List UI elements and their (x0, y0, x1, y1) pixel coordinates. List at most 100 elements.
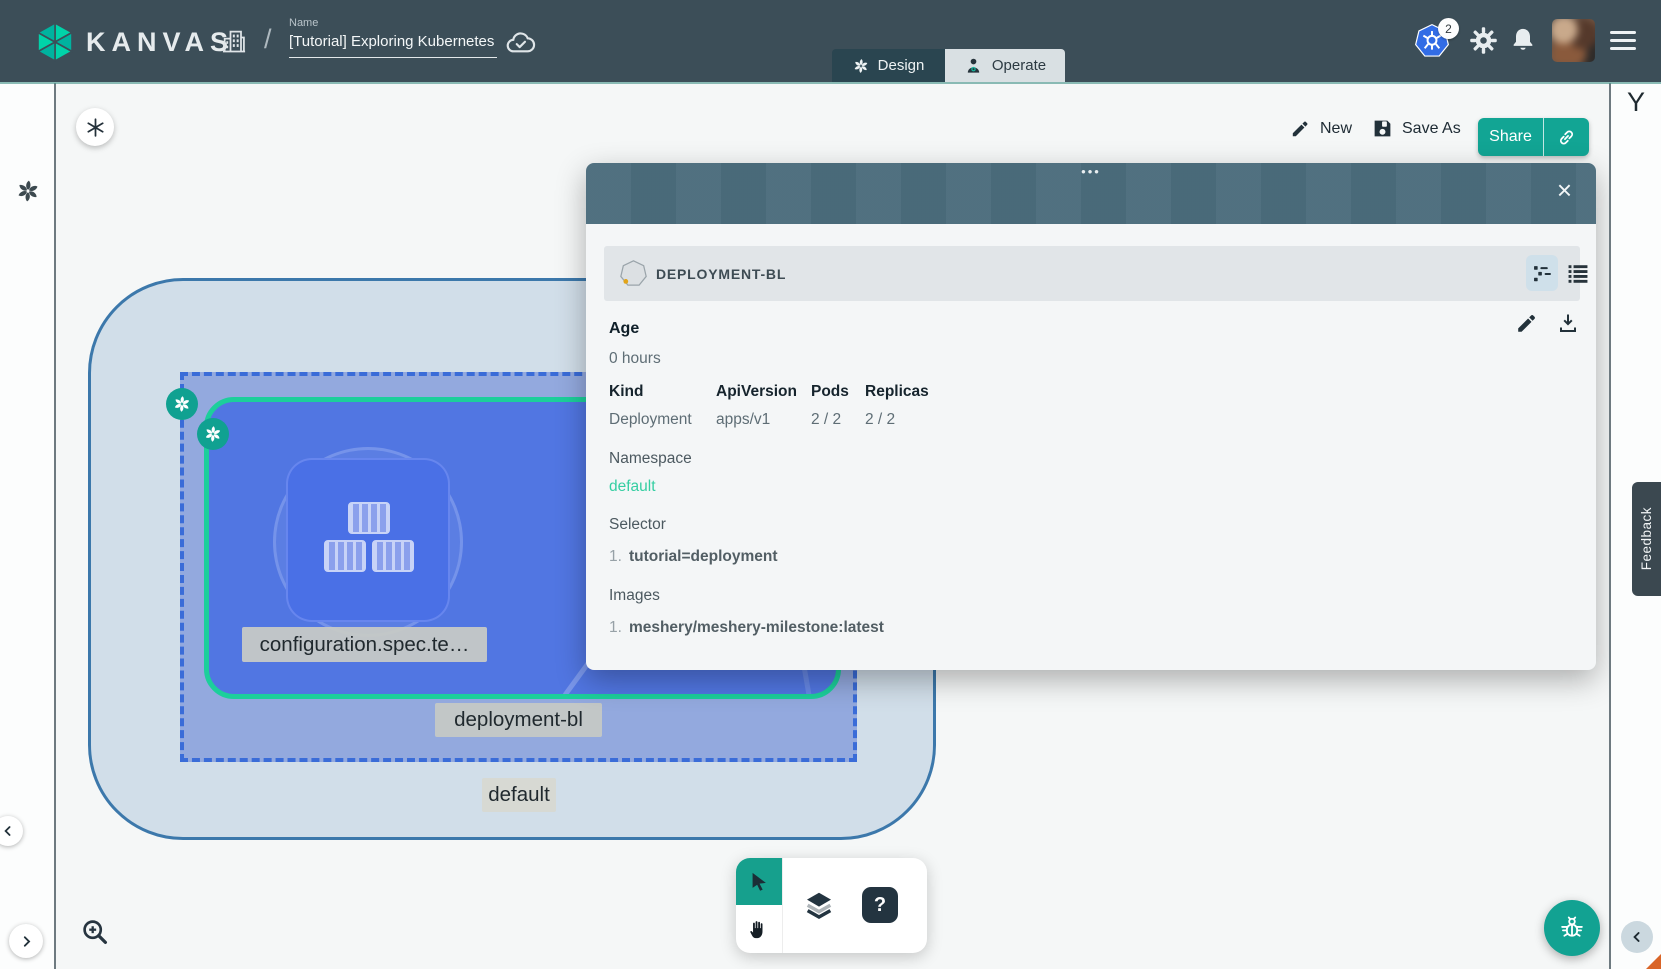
deployment-label-chip: deployment-bl (435, 703, 602, 737)
save-as-button[interactable]: Save As (1372, 118, 1461, 139)
layers-icon (803, 889, 835, 921)
list-view-icon (1568, 263, 1588, 283)
link-icon (1556, 127, 1577, 148)
container-crate-icon (324, 540, 366, 572)
share-button-label[interactable]: Share (1478, 118, 1544, 156)
container-crate-icon (348, 502, 390, 534)
design-name-field[interactable]: Name [Tutorial] Exploring Kubernetes (289, 17, 497, 58)
floppy-save-icon (1372, 118, 1393, 139)
design-name-value[interactable]: [Tutorial] Exploring Kubernetes (289, 33, 497, 58)
zoom-in-button[interactable] (80, 917, 110, 947)
kind-value: Deployment (609, 411, 692, 429)
cursor-arrow-icon (748, 871, 770, 893)
design-name-label: Name (289, 17, 497, 29)
images-item-value: meshery/meshery-milestone:latest (629, 619, 884, 636)
collapsed-dock-label[interactable]: Y (1611, 87, 1661, 118)
bug-icon (1558, 914, 1586, 942)
selector-item-index: 1. (609, 548, 622, 565)
copy-link-button[interactable] (1544, 118, 1589, 156)
selector-item: 1. tutorial=deployment (609, 548, 778, 566)
images-item-index: 1. (609, 619, 622, 636)
resource-details-panel: ••• × DEPLOYMENT-BL (586, 163, 1596, 670)
namespace-label-chip: default (482, 778, 556, 812)
settings-gear-icon[interactable] (1469, 26, 1498, 55)
kanvas-logo-icon (36, 22, 74, 62)
feedback-tab[interactable]: Feedback (1632, 482, 1661, 596)
new-button-label: New (1320, 120, 1352, 138)
help-glyph: ? (874, 894, 886, 917)
list-view-toggle-button[interactable] (1564, 259, 1592, 287)
edit-pencil-icon[interactable] (1515, 311, 1539, 335)
kind-header: Kind (609, 383, 643, 401)
pods-header: Pods (811, 383, 849, 401)
tree-view-icon (1533, 264, 1552, 283)
namespace-label: Namespace (609, 450, 692, 468)
pods-value: 2 / 2 (811, 411, 841, 429)
download-icon[interactable] (1556, 311, 1580, 335)
container-crate-icon (372, 540, 414, 572)
panel-drag-header[interactable]: ••• × (586, 163, 1596, 224)
new-button[interactable]: New (1290, 118, 1352, 139)
user-avatar[interactable] (1552, 19, 1595, 62)
organization-icon[interactable] (220, 26, 248, 56)
app-header: KANVAS / Name [Tutorial] Exploring Kuber… (0, 0, 1661, 82)
tree-view-toggle-button[interactable] (1526, 255, 1558, 291)
tab-design[interactable]: Design (832, 49, 945, 82)
selector-label: Selector (609, 516, 666, 534)
pod-node[interactable] (286, 458, 450, 622)
expand-left-panel-button[interactable] (9, 924, 43, 958)
header-accent-line (0, 82, 1661, 84)
operate-person-icon (964, 56, 983, 75)
selector-item-value: tutorial=deployment (629, 548, 778, 565)
expand-right-panel-button[interactable] (1621, 921, 1653, 953)
select-tool-button[interactable] (736, 858, 782, 905)
mode-tabs: Design Operate (832, 49, 1065, 82)
feedback-tab-label: Feedback (1639, 507, 1654, 570)
images-label: Images (609, 587, 660, 605)
tab-design-label: Design (878, 57, 925, 74)
kanvas-app: KANVAS / Name [Tutorial] Exploring Kuber… (0, 0, 1661, 969)
brand[interactable]: KANVAS (36, 22, 234, 62)
apiversion-value: apps/v1 (716, 411, 770, 429)
chevron-left-icon (1629, 929, 1645, 945)
replicas-value: 2 / 2 (865, 411, 895, 429)
design-spiral-icon (853, 58, 869, 74)
share-button[interactable]: Share (1478, 118, 1589, 156)
pod-label-chip: configuration.spec.te… (242, 627, 487, 662)
images-item: 1. meshery/meshery-milestone:latest (609, 619, 884, 637)
pan-hand-tool-button[interactable] (736, 905, 782, 953)
help-button[interactable]: ? (862, 887, 898, 923)
notifications-bell-icon[interactable] (1509, 26, 1537, 54)
age-label: Age (609, 320, 639, 338)
close-icon[interactable]: × (1557, 177, 1572, 203)
breadcrumb-separator: / (264, 24, 272, 55)
hand-icon (748, 918, 770, 940)
replicas-header: Replicas (865, 383, 929, 401)
layers-button[interactable] (797, 883, 841, 927)
chevron-left-icon (0, 823, 16, 839)
tab-operate-label: Operate (992, 57, 1046, 74)
chevron-right-icon (18, 933, 35, 950)
cloud-sync-icon (505, 30, 537, 54)
save-as-button-label: Save As (1402, 120, 1461, 138)
pencil-icon (1290, 118, 1311, 139)
resource-header-bar: DEPLOYMENT-BL (604, 246, 1580, 301)
kubernetes-resource-icon (620, 259, 647, 288)
report-bug-button[interactable] (1544, 900, 1600, 956)
k8s-context-count-badge[interactable]: 2 (1438, 18, 1459, 39)
menu-hamburger-icon[interactable] (1610, 31, 1636, 50)
meshery-spiral-icon[interactable] (16, 179, 40, 203)
snowflake-icon (85, 117, 106, 138)
namespace-value[interactable]: default (609, 478, 656, 496)
brand-name: KANVAS (86, 27, 234, 58)
snowflake-freeze-button[interactable] (76, 108, 114, 146)
tool-divider (782, 858, 783, 953)
apiversion-header: ApiVersion (716, 383, 797, 401)
meshsync-badge-icon (166, 388, 198, 420)
tab-operate[interactable]: Operate (945, 49, 1065, 82)
canvas-tool-palette: ? (736, 858, 927, 953)
meshsync-badge-icon (197, 418, 229, 450)
age-value: 0 hours (609, 350, 661, 368)
resource-title: DEPLOYMENT-BL (656, 266, 786, 282)
drag-handle-dots[interactable]: ••• (586, 164, 1596, 179)
